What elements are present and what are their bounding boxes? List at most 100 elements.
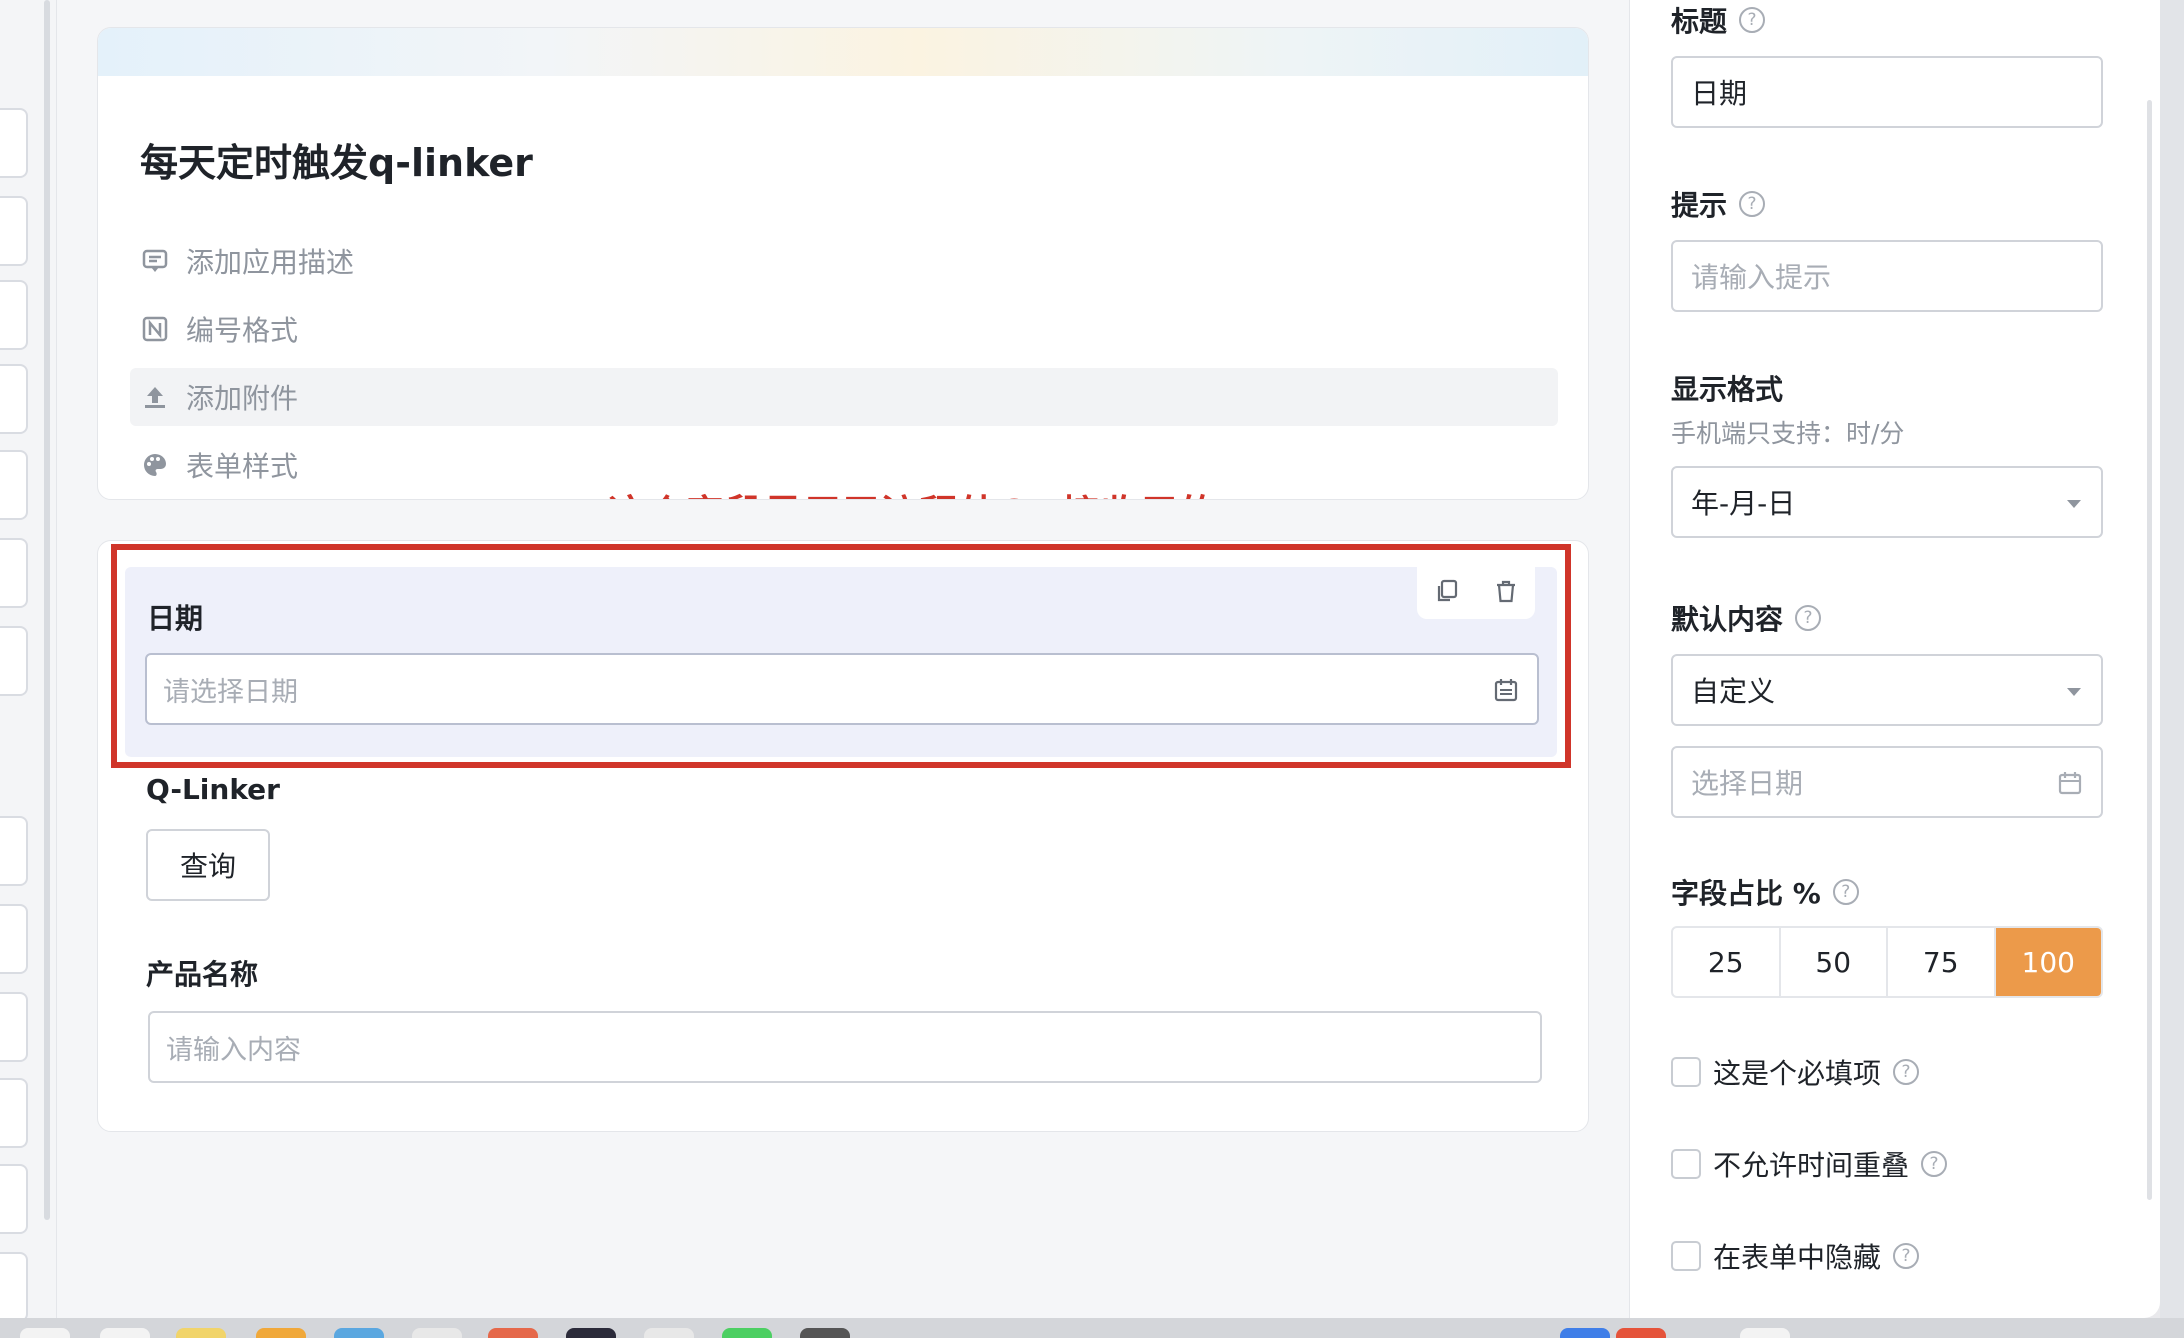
product-name-input[interactable]: 请输入内容	[148, 1011, 1542, 1083]
calendar-icon	[1493, 677, 1519, 707]
format-prop-text: 显示格式	[1671, 373, 1784, 406]
ratio-option-25[interactable]: 25	[1673, 928, 1781, 996]
default-date-input[interactable]: 选择日期	[1671, 746, 2103, 818]
meta-add-attachment[interactable]: 添加附件	[130, 368, 1558, 426]
hint-prop-text: 提示	[1671, 189, 1728, 222]
rail-tab[interactable]	[0, 816, 28, 886]
rail-tab[interactable]	[0, 1252, 28, 1322]
desktop-backdrop	[2160, 0, 2184, 1318]
help-icon[interactable]: ?	[1832, 879, 1859, 905]
format-subtitle: 手机端只支持：时/分	[1671, 419, 1905, 448]
ratio-prop-text: 字段占比 %	[1671, 877, 1821, 910]
help-icon[interactable]: ?	[1739, 191, 1766, 217]
upload-icon	[140, 382, 170, 412]
comment-icon	[140, 246, 170, 276]
palette-icon	[140, 450, 170, 480]
dock-app[interactable]	[722, 1328, 772, 1338]
ratio-option-100[interactable]: 100	[1995, 928, 2101, 996]
rail-tab[interactable]	[0, 1164, 28, 1234]
form-header-card: 每天定时触发q-linker 添加应用描述 编号格式 添加附件 表单样式 这个	[97, 27, 1589, 500]
date-field-label: 日期	[147, 602, 204, 635]
copy-icon[interactable]	[1434, 578, 1460, 608]
no-overlap-checkbox[interactable]	[1671, 1149, 1701, 1179]
help-icon[interactable]: ?	[1795, 605, 1822, 631]
title-prop-text: 标题	[1671, 5, 1728, 38]
dock-app[interactable]	[334, 1328, 384, 1338]
meta-numbering-format[interactable]: 编号格式	[130, 300, 1558, 358]
query-button[interactable]: 查询	[146, 829, 270, 901]
dock-app[interactable]	[800, 1328, 850, 1338]
default-value: 自定义	[1691, 675, 1776, 708]
dock-app[interactable]	[1616, 1328, 1666, 1338]
rail-tab[interactable]	[0, 280, 28, 350]
rail-tab[interactable]	[0, 196, 28, 266]
no-overlap-label: 不允许时间重叠	[1713, 1149, 1910, 1182]
title-input[interactable]: 日期	[1671, 56, 2103, 128]
form-title[interactable]: 每天定时触发q-linker	[140, 132, 533, 187]
default-date-placeholder: 选择日期	[1691, 767, 1804, 800]
hide-checkbox[interactable]	[1671, 1241, 1701, 1271]
ratio-prop-label: 字段占比 % ?	[1671, 872, 1859, 912]
format-value: 年-月-日	[1691, 487, 1796, 520]
meta-add-description[interactable]: 添加应用描述	[130, 232, 1558, 290]
required-checkbox-row[interactable]: 这是个必填项 ?	[1671, 1052, 1920, 1092]
dock-app[interactable]	[256, 1328, 306, 1338]
dock-app[interactable]	[100, 1328, 150, 1338]
calendar-icon	[2057, 770, 2083, 803]
hide-label: 在表单中隐藏	[1713, 1241, 1882, 1274]
help-icon[interactable]: ?	[1921, 1151, 1948, 1177]
date-placeholder: 请选择日期	[163, 676, 298, 708]
date-picker-input[interactable]: 请选择日期	[145, 653, 1539, 725]
hide-checkbox-row[interactable]: 在表单中隐藏 ?	[1671, 1236, 1920, 1276]
ratio-option-50[interactable]: 50	[1781, 928, 1888, 996]
dock-app[interactable]	[412, 1328, 462, 1338]
help-icon[interactable]: ?	[1739, 7, 1766, 33]
left-rail	[0, 0, 57, 1322]
rail-tab[interactable]	[0, 992, 28, 1062]
dock-app[interactable]	[176, 1328, 226, 1338]
rail-tab[interactable]	[0, 904, 28, 974]
dock-app[interactable]	[1740, 1328, 1790, 1338]
panel-scrollbar[interactable]	[2147, 100, 2152, 1200]
dock-app[interactable]	[566, 1328, 616, 1338]
hint-prop-label: 提示 ?	[1671, 184, 1766, 224]
os-dock	[0, 1318, 2184, 1338]
ratio-option-75[interactable]: 75	[1888, 928, 1996, 996]
dock-app[interactable]	[1560, 1328, 1610, 1338]
rail-tab[interactable]	[0, 450, 28, 520]
rail-tab[interactable]	[0, 364, 28, 434]
help-icon[interactable]: ?	[1893, 1243, 1920, 1269]
product-placeholder: 请输入内容	[166, 1034, 301, 1066]
field-properties-panel: 标题 ? 日期 提示 ? 请输入提示 显示格式 手机端只支持：时/分 年-月-日…	[1629, 0, 2160, 1318]
qlinker-field-label: Q-Linker	[146, 773, 280, 806]
form-fields-card: 日期 请选择日期 Q-Linker 查询 产品名称 请输入内容	[97, 540, 1589, 1132]
rail-tab[interactable]	[0, 626, 28, 696]
dock-app[interactable]	[488, 1328, 538, 1338]
dock-app[interactable]	[644, 1328, 694, 1338]
rail-tab[interactable]	[0, 108, 28, 178]
rail-scrollbar[interactable]	[44, 0, 50, 1220]
default-select[interactable]: 自定义	[1671, 654, 2103, 726]
date-field-selected[interactable]: 日期 请选择日期	[125, 567, 1557, 757]
format-prop-label: 显示格式	[1671, 368, 1783, 408]
product-field-label: 产品名称	[146, 958, 259, 991]
no-overlap-checkbox-row[interactable]: 不允许时间重叠 ?	[1671, 1144, 1948, 1184]
required-checkbox[interactable]	[1671, 1057, 1701, 1087]
form-canvas: 每天定时触发q-linker 添加应用描述 编号格式 添加附件 表单样式 这个	[57, 0, 1629, 1318]
hint-input[interactable]: 请输入提示	[1671, 240, 2103, 312]
rail-tab[interactable]	[0, 538, 28, 608]
default-prop-text: 默认内容	[1671, 603, 1784, 636]
default-prop-label: 默认内容 ?	[1671, 598, 1822, 638]
annotation-text: 这个字段是用于流程外QR接收用的	[608, 483, 1218, 499]
header-banner	[98, 28, 1588, 76]
chevron-down-icon	[2067, 500, 2081, 508]
format-select[interactable]: 年-月-日	[1671, 466, 2103, 538]
title-value: 日期	[1691, 77, 1748, 110]
dock-app[interactable]	[20, 1328, 70, 1338]
meta-label: 添加应用描述	[186, 246, 355, 279]
title-prop-label: 标题 ?	[1671, 0, 1766, 40]
trash-icon[interactable]	[1493, 578, 1519, 608]
rail-tab[interactable]	[0, 1078, 28, 1148]
help-icon[interactable]: ?	[1893, 1059, 1920, 1085]
chevron-down-icon	[2067, 688, 2081, 696]
